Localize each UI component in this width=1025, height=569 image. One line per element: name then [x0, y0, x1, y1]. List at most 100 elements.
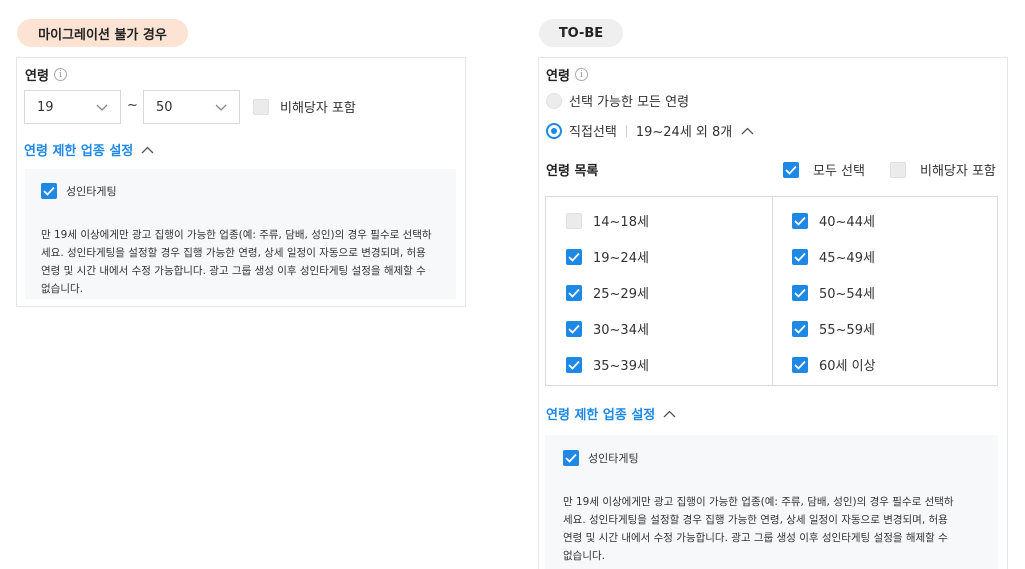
age-checkbox[interactable]	[792, 284, 808, 301]
check-icon	[794, 324, 806, 334]
age-from-value: 19	[37, 99, 54, 115]
right-age-label-row: 연령 i	[546, 65, 588, 84]
check-icon	[794, 252, 806, 262]
check-icon	[794, 288, 806, 298]
age-option-60-plus[interactable]: 60세 이상	[792, 355, 876, 374]
check-icon	[43, 186, 55, 196]
nontarget-checkbox[interactable]	[890, 161, 906, 178]
desc-line: 없습니다.	[563, 550, 605, 562]
age-label: 40~44세	[819, 215, 875, 230]
age-checkbox[interactable]	[566, 356, 582, 373]
left-age-label-row: 연령 i	[25, 65, 67, 84]
option-direct-select[interactable]: 직접선택 19~24세 외 8개	[546, 121, 754, 140]
chevron-up-icon	[663, 410, 676, 417]
restrict-industry-label: 연령 제한 업종 설정	[24, 144, 134, 159]
adult-targeting-label: 성인타게팅	[66, 185, 117, 198]
chevron-up-icon	[141, 146, 154, 153]
check-icon	[794, 216, 806, 226]
age-label: 30~34세	[593, 323, 649, 338]
age-checkbox[interactable]	[792, 248, 808, 265]
check-icon	[565, 453, 577, 463]
age-option-40-44[interactable]: 40~44세	[792, 211, 875, 230]
check-icon	[568, 324, 580, 334]
desc-line: 없습니다.	[41, 283, 83, 295]
range-separator: ~	[127, 98, 138, 113]
age-option-35-39[interactable]: 35~39세	[566, 355, 649, 374]
nontarget-label: 비해당자 포함	[280, 101, 356, 116]
option-all-ages-label: 선택 가능한 모든 연령	[569, 95, 690, 110]
age-list-box: 14~18세 19~24세 25~29세 30~34세 35~39세 40~44…	[545, 196, 998, 386]
right-restrict-industry-toggle[interactable]: 연령 제한 업종 설정	[546, 404, 676, 423]
adult-targeting-checkbox[interactable]	[41, 183, 57, 199]
check-icon	[568, 252, 580, 262]
left-adult-targeting-option[interactable]: 성인타게팅	[41, 183, 117, 199]
age-label: 연령	[25, 69, 49, 84]
check-icon	[785, 165, 797, 175]
left-nontarget-option[interactable]: 비해당자 포함	[253, 97, 356, 116]
age-checkbox[interactable]	[566, 248, 582, 265]
age-checkbox[interactable]	[792, 212, 808, 229]
age-option-19-24[interactable]: 19~24세	[566, 247, 649, 266]
age-option-14-18[interactable]: 14~18세	[566, 211, 649, 230]
age-label: 50~54세	[819, 287, 875, 302]
age-label: 연령	[546, 69, 570, 84]
age-from-select[interactable]: 19	[24, 90, 121, 124]
age-checkbox[interactable]	[792, 356, 808, 373]
check-icon	[794, 360, 806, 370]
select-all-label: 모두 선택	[813, 164, 865, 179]
age-checkbox[interactable]	[566, 320, 582, 337]
desc-line: 연령 및 시간 내에서 수정 가능합니다. 광고 그룹 생성 이후 성인타게팅 …	[563, 532, 948, 544]
divider	[625, 124, 627, 137]
age-list-title: 연령 목록	[546, 164, 599, 179]
age-checkbox[interactable]	[566, 212, 582, 229]
desc-line: 연령 및 시간 내에서 수정 가능합니다. 광고 그룹 생성 이후 성인타게팅 …	[41, 265, 426, 277]
chevron-up-icon[interactable]	[741, 127, 754, 135]
direct-summary: 19~24세 외 8개	[635, 125, 733, 140]
adult-targeting-label: 성인타게팅	[588, 452, 639, 465]
info-icon[interactable]: i	[53, 68, 67, 81]
check-icon	[568, 360, 580, 370]
age-list-divider	[772, 197, 773, 385]
age-option-50-54[interactable]: 50~54세	[792, 283, 875, 302]
age-label: 55~59세	[819, 323, 875, 338]
age-label: 14~18세	[593, 215, 649, 230]
age-checkbox[interactable]	[792, 320, 808, 337]
restrict-industry-label: 연령 제한 업종 설정	[546, 408, 656, 423]
age-option-25-29[interactable]: 25~29세	[566, 283, 649, 302]
option-direct-label: 직접선택	[569, 125, 617, 140]
section-badge-tobe: TO-BE	[539, 19, 623, 47]
check-icon	[568, 288, 580, 298]
desc-line: 만 19세 이상에게만 광고 집행이 가능한 업종(예: 주류, 담배, 성인)…	[41, 229, 432, 241]
age-option-45-49[interactable]: 45~49세	[792, 247, 875, 266]
right-nontarget-option[interactable]: 비해당자 포함	[890, 160, 996, 179]
age-label: 19~24세	[593, 251, 649, 266]
age-label: 35~39세	[593, 359, 649, 374]
right-adult-targeting-option[interactable]: 성인타게팅	[563, 450, 639, 466]
right-adult-targeting-description: 만 19세 이상에게만 광고 집행이 가능한 업종(예: 주류, 담배, 성인)…	[563, 493, 993, 565]
select-all-option[interactable]: 모두 선택	[783, 160, 865, 179]
age-label: 45~49세	[819, 251, 875, 266]
chevron-down-icon	[215, 104, 227, 111]
option-all-ages[interactable]: 선택 가능한 모든 연령	[546, 91, 689, 110]
age-option-55-59[interactable]: 55~59세	[792, 319, 875, 338]
nontarget-checkbox[interactable]	[253, 98, 269, 115]
section-badge-migration: 마이그레이션 불가 경우	[17, 19, 188, 47]
radio-direct-select[interactable]	[546, 122, 562, 139]
age-to-value: 50	[156, 99, 173, 115]
adult-targeting-checkbox[interactable]	[563, 450, 579, 466]
select-all-checkbox[interactable]	[783, 161, 799, 178]
desc-line: 세요. 성인타게팅을 설정할 경우 집행 가능한 연령, 상세 일정이 자동으로…	[563, 514, 948, 526]
radio-all-ages[interactable]	[546, 92, 562, 109]
age-to-select[interactable]: 50	[143, 90, 240, 124]
desc-line: 세요. 성인타게팅을 설정할 경우 집행 가능한 연령, 상세 일정이 자동으로…	[41, 247, 426, 259]
age-option-30-34[interactable]: 30~34세	[566, 319, 649, 338]
info-icon[interactable]: i	[574, 68, 588, 81]
left-restrict-industry-toggle[interactable]: 연령 제한 업종 설정	[24, 140, 154, 159]
age-checkbox[interactable]	[566, 284, 582, 301]
nontarget-label: 비해당자 포함	[920, 164, 996, 179]
left-adult-targeting-description: 만 19세 이상에게만 광고 집행이 가능한 업종(예: 주류, 담배, 성인)…	[41, 226, 451, 298]
chevron-down-icon	[96, 104, 108, 111]
desc-line: 만 19세 이상에게만 광고 집행이 가능한 업종(예: 주류, 담배, 성인)…	[563, 496, 954, 508]
age-label: 25~29세	[593, 287, 649, 302]
age-label: 60세 이상	[819, 359, 876, 374]
